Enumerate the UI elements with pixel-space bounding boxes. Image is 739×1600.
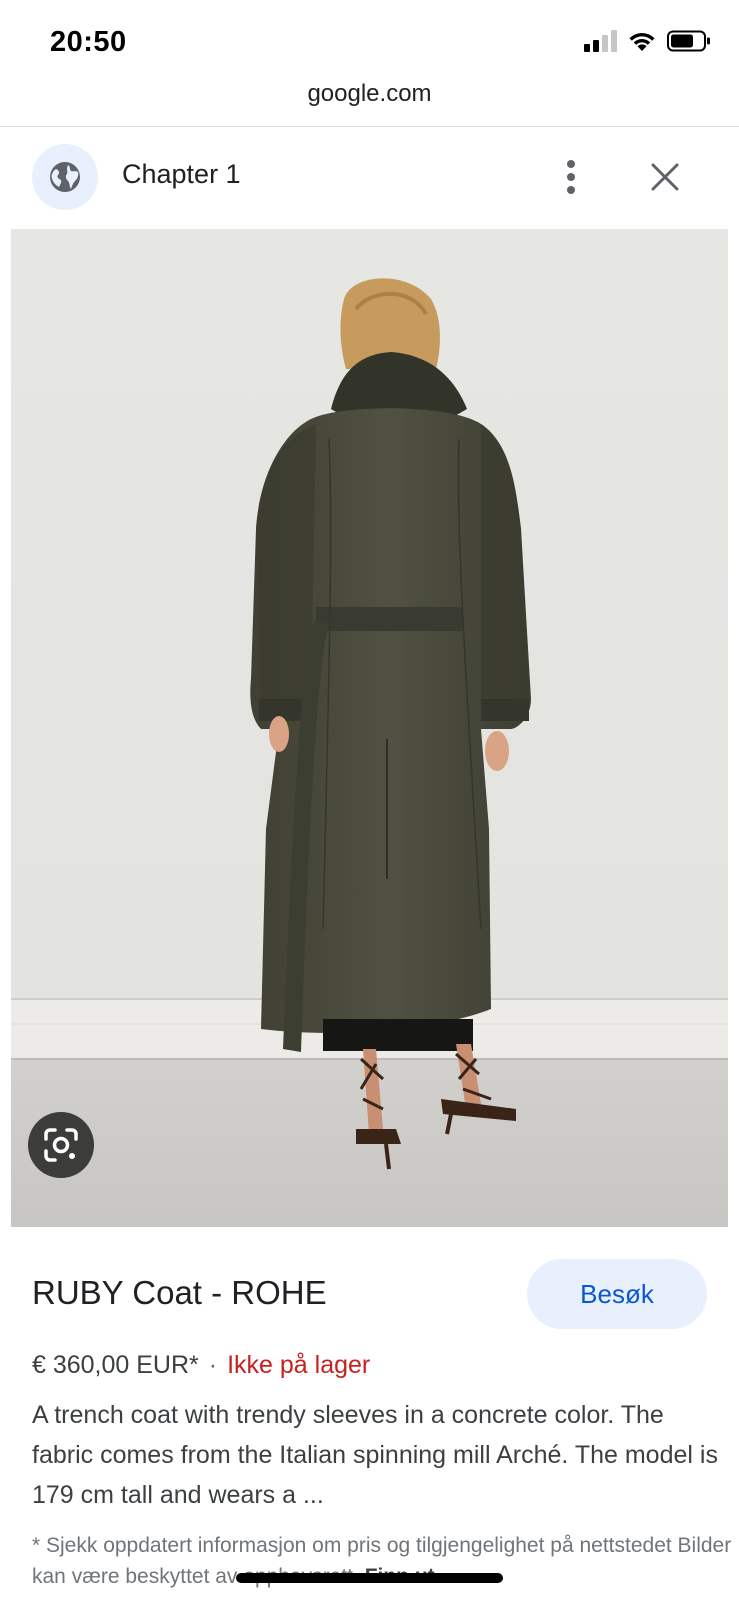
google-lens-icon bbox=[44, 1128, 78, 1162]
site-favicon[interactable] bbox=[32, 144, 98, 210]
product-description: A trench coat with trendy sleeves in a c… bbox=[32, 1401, 718, 1509]
status-bar: 20:50 bbox=[0, 0, 739, 86]
close-button[interactable] bbox=[644, 152, 686, 202]
more-vert-icon bbox=[567, 160, 575, 194]
battery-icon bbox=[667, 30, 710, 52]
close-icon bbox=[651, 163, 679, 191]
globe-icon bbox=[50, 162, 80, 192]
product-price: € 360,00 EUR* bbox=[32, 1351, 199, 1379]
visit-button[interactable]: Besøk bbox=[527, 1259, 707, 1329]
product-image[interactable] bbox=[11, 229, 728, 1227]
google-lens-button[interactable] bbox=[28, 1112, 94, 1178]
cellular-signal-icon bbox=[584, 30, 617, 52]
price-row: € 360,00 EUR* · Ikke på lager bbox=[32, 1351, 370, 1380]
result-header: Chapter 1 bbox=[0, 127, 739, 227]
more-options-button[interactable] bbox=[556, 152, 586, 202]
home-indicator[interactable] bbox=[236, 1573, 503, 1583]
wifi-icon bbox=[629, 32, 655, 51]
site-title[interactable]: Chapter 1 bbox=[122, 159, 241, 190]
status-time: 20:50 bbox=[50, 26, 127, 58]
stock-status: Ikke på lager bbox=[227, 1351, 371, 1379]
product-title[interactable]: RUBY Coat - ROHE bbox=[32, 1274, 327, 1312]
url-bar[interactable]: google.com bbox=[0, 80, 739, 126]
price-separator: · bbox=[208, 1351, 218, 1379]
product-photo bbox=[11, 229, 728, 1227]
status-icons bbox=[584, 30, 711, 52]
